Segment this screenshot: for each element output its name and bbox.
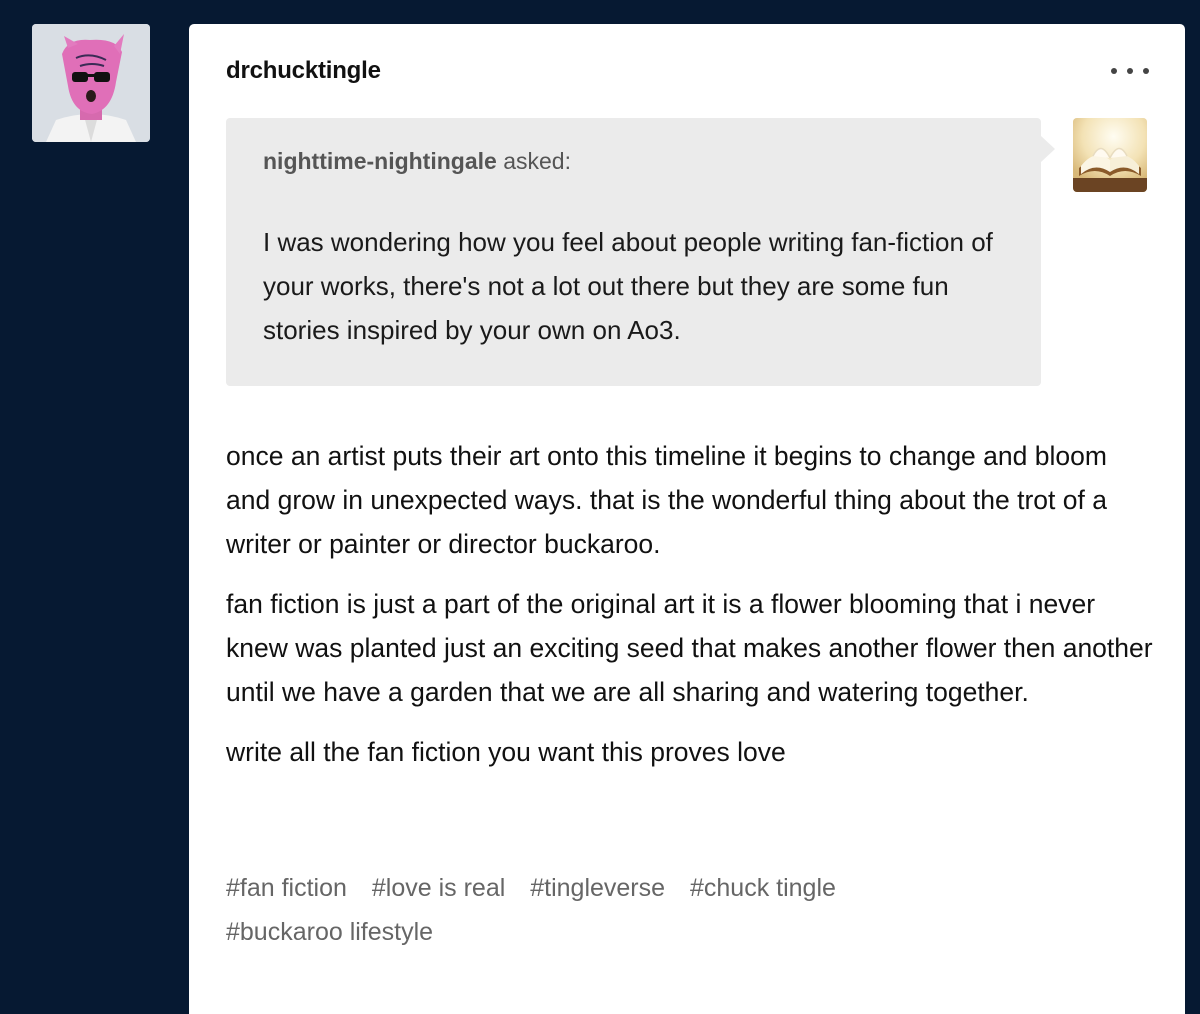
answer-body: once an artist puts their art onto this … — [226, 434, 1156, 790]
tag-chuck-tingle[interactable]: #chuck tingle — [690, 866, 836, 910]
tag-buckaroo-lifestyle[interactable]: #buckaroo lifestyle — [226, 910, 433, 954]
asker-avatar[interactable] — [1073, 118, 1147, 192]
tag-list: #fan fiction #love is real #tingleverse … — [226, 866, 1126, 954]
asker-name[interactable]: nighttime-nightingale — [263, 148, 497, 174]
menu-dot — [1111, 68, 1117, 74]
asker-line: nighttime-nightingale asked: — [263, 148, 571, 175]
ask-question: I was wondering how you feel about peopl… — [263, 227, 993, 345]
answer-paragraph: once an artist puts their art onto this … — [226, 441, 1107, 559]
ellipsis-icon[interactable] — [1111, 61, 1149, 81]
post-card: drchucktingle nighttime-nightingale aske… — [189, 24, 1185, 1014]
answer-paragraph: fan fiction is just a part of the origin… — [226, 589, 1153, 707]
author-avatar[interactable] — [32, 24, 150, 142]
post-author-name[interactable]: drchucktingle — [226, 57, 381, 85]
ask-bubble: nighttime-nightingale asked: I was wonde… — [226, 118, 1055, 386]
bagged-head-avatar-icon — [32, 24, 150, 142]
open-book-avatar-icon — [1073, 118, 1147, 192]
menu-dot — [1127, 68, 1133, 74]
menu-dot — [1143, 68, 1149, 74]
tag-love-is-real[interactable]: #love is real — [372, 866, 505, 910]
tag-tingleverse[interactable]: #tingleverse — [530, 866, 665, 910]
answer-paragraph: write all the fan fiction you want this … — [226, 737, 786, 767]
tag-fan-fiction[interactable]: #fan fiction — [226, 866, 347, 910]
asked-label: asked: — [503, 148, 571, 174]
